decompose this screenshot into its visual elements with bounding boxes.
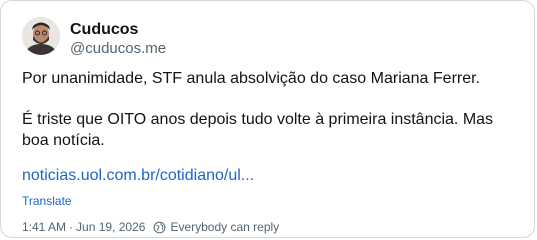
meta-separator: ·: [69, 220, 74, 234]
post-card: Cuducos @cuducos.me Por unanimidade, STF…: [0, 0, 535, 238]
post-meta: 1:41 AM · Jun 19, 2026 Everybody can rep…: [22, 219, 279, 235]
post-paragraph-1: Por unanimidade, STF anula absolvição do…: [22, 70, 481, 87]
globe-icon: [153, 221, 166, 234]
post-link[interactable]: noticias.uol.com.br/cotidiano/ul...: [22, 165, 254, 186]
avatar[interactable]: [22, 17, 60, 55]
author-handle[interactable]: @cuducos.me: [70, 39, 166, 59]
post-time[interactable]: 1:41 AM: [22, 219, 66, 235]
post-date[interactable]: Jun 19, 2026: [76, 219, 145, 235]
reply-setting[interactable]: Everybody can reply: [170, 219, 279, 235]
author-display-name[interactable]: Cuducos: [70, 20, 138, 40]
translate-button[interactable]: Translate: [22, 193, 72, 209]
avatar-image: [22, 17, 60, 55]
post-paragraph-2: É triste que OITO anos depois tudo volte…: [22, 111, 494, 149]
